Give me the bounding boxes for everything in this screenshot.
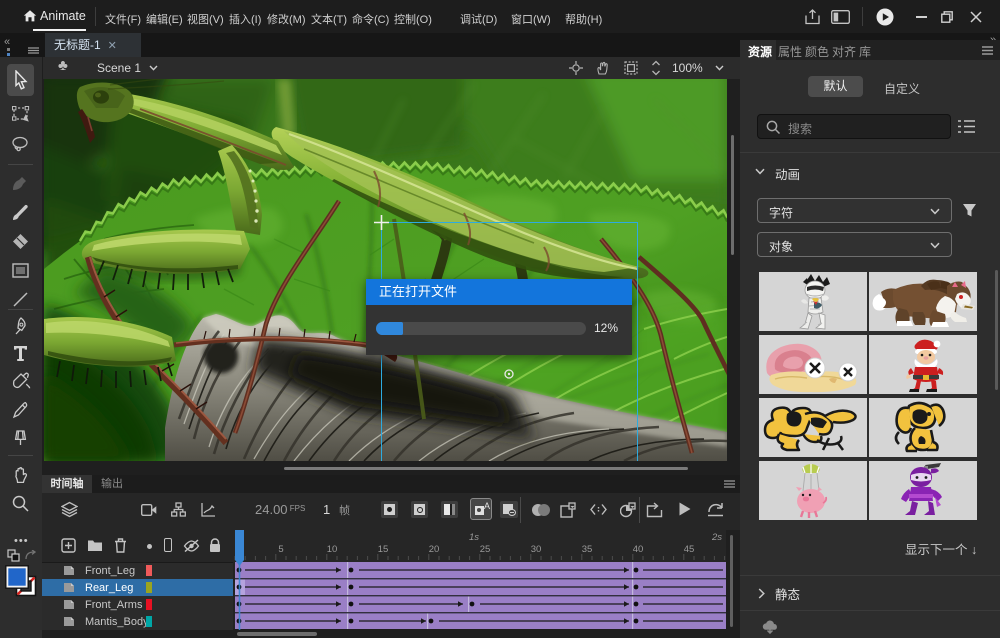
svg-text:15: 15 [378, 544, 389, 555]
svg-text:35: 35 [582, 544, 593, 555]
svg-text:30: 30 [531, 544, 542, 555]
svg-text:2s: 2s [711, 532, 722, 543]
svg-text:45: 45 [684, 544, 695, 555]
svg-text:25: 25 [480, 544, 491, 555]
svg-text:1s: 1s [469, 532, 479, 543]
svg-text:10: 10 [327, 544, 338, 555]
svg-text:5: 5 [278, 544, 283, 555]
svg-text:20: 20 [429, 544, 440, 555]
svg-text:40: 40 [633, 544, 644, 555]
